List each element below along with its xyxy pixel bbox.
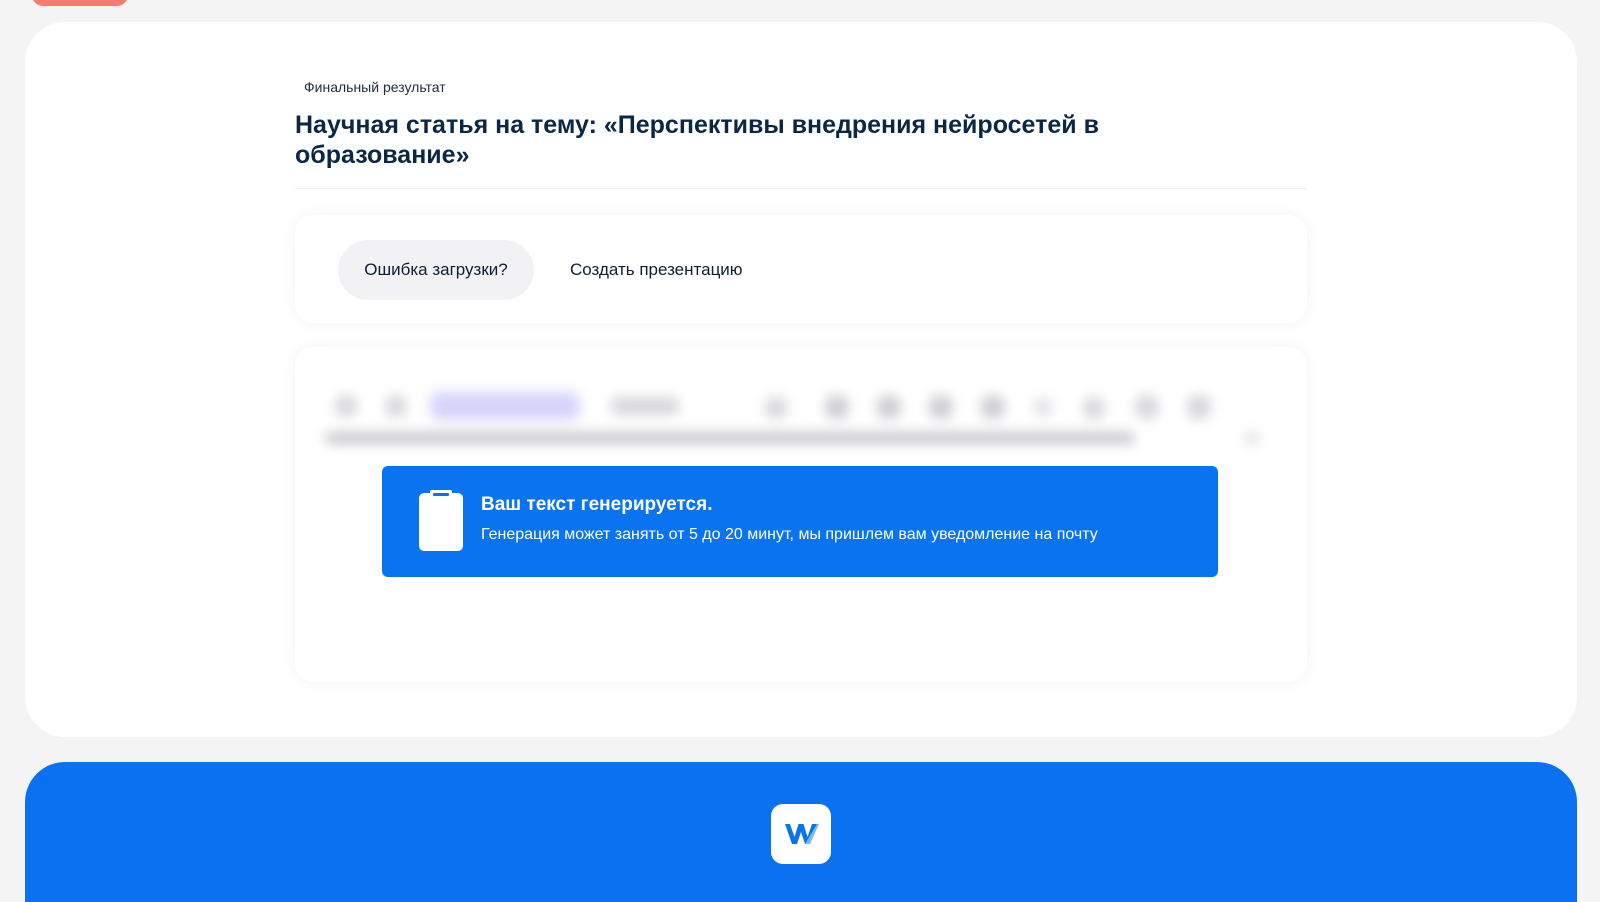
w-logo-icon[interactable] (771, 804, 831, 864)
footer (25, 762, 1577, 902)
w-logo-glyph (785, 824, 819, 844)
top-pill-decoration (32, 0, 128, 6)
generation-notice: Ваш текст генерируется. Генерация может … (382, 466, 1218, 577)
section-kicker: Финальный результат (304, 79, 446, 95)
notice-text: Генерация может занять от 5 до 20 минут,… (481, 526, 1098, 543)
clipboard-icon (419, 490, 463, 551)
create-presentation-button[interactable]: Создать презентацию (566, 240, 747, 300)
title-divider (295, 188, 1307, 189)
result-card: Финальный результат Научная статья на те… (25, 22, 1577, 737)
blurred-editor-toolbar (325, 387, 1275, 477)
page-title: Научная статья на тему: «Перспективы вне… (295, 111, 1099, 169)
upload-error-button[interactable]: Ошибка загрузки? (338, 240, 534, 300)
notice-title: Ваш текст генерируется. (481, 494, 713, 515)
editor-panel: Ваш текст генерируется. Генерация может … (295, 347, 1307, 682)
actions-panel: Ошибка загрузки? Создать презентацию (295, 215, 1307, 323)
